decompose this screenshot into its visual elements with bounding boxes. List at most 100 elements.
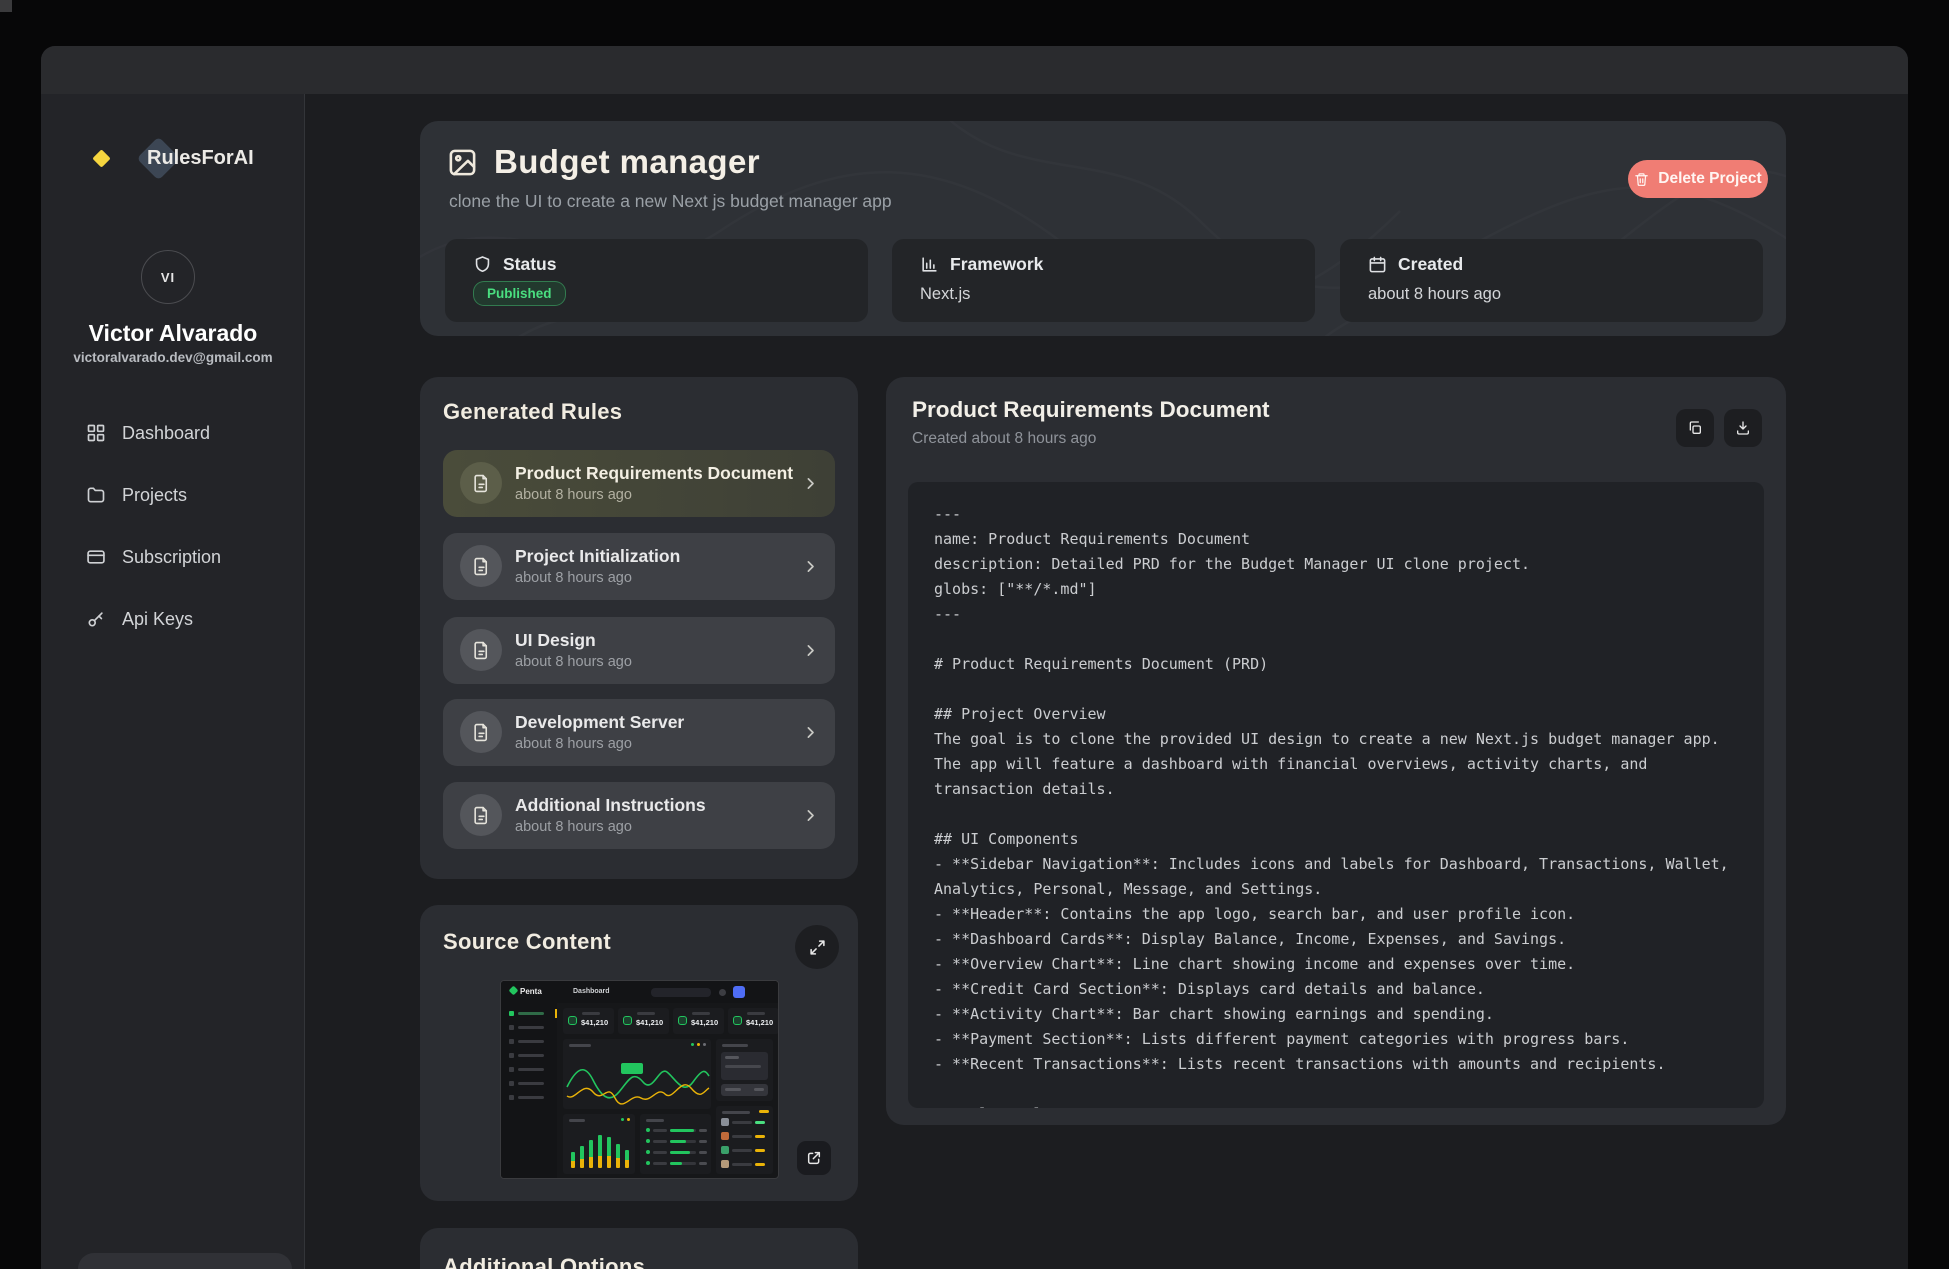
stat-card-framework: Framework Next.js: [892, 239, 1315, 322]
download-button[interactable]: [1724, 409, 1762, 447]
sidebar-item-dashboard[interactable]: Dashboard: [71, 411, 281, 455]
file-text-icon: [472, 806, 491, 825]
sidebar-item-label: Api Keys: [122, 609, 193, 630]
project-header-panel: Budget manager clone the UI to create a …: [420, 121, 1786, 336]
key-icon: [86, 609, 106, 629]
preview-thumbnail[interactable]: Penta Dashboard: [500, 980, 779, 1179]
project-description: clone the UI to create a new Next js bud…: [449, 191, 892, 212]
delete-project-button[interactable]: Delete Project: [1628, 160, 1768, 198]
stat-value: Next.js: [920, 285, 970, 304]
file-text-icon: [472, 474, 491, 493]
rule-title: UI Design: [515, 630, 596, 651]
preview-stat-card: $41,210: [563, 1008, 614, 1034]
stat-card-status: Status Published: [445, 239, 868, 322]
rule-title: Project Initialization: [515, 546, 680, 567]
rule-time: about 8 hours ago: [515, 654, 632, 670]
delete-project-label: Delete Project: [1658, 170, 1761, 188]
rule-time: about 8 hours ago: [515, 736, 632, 752]
preview-stat-card: $41,210: [728, 1008, 779, 1034]
stat-label: Created: [1398, 254, 1463, 275]
preview-sidebar-active-notch: [555, 1009, 557, 1018]
brand-logo-accent-icon: [92, 149, 110, 167]
user-email: victoralvarado.dev@gmail.com: [41, 350, 305, 365]
app-window: RulesForAI VI Victor Alvarado victoralva…: [41, 46, 1908, 1269]
rule-item-development-server[interactable]: Development Server about 8 hours ago: [443, 699, 835, 766]
stat-card-created: Created about 8 hours ago: [1340, 239, 1763, 322]
generated-rules-title: Generated Rules: [443, 399, 622, 425]
shield-icon: [473, 255, 492, 274]
preview-credit-card: [716, 1039, 773, 1101]
sidebar-bottom-card[interactable]: [78, 1253, 292, 1269]
preview-bell-icon: [719, 989, 726, 996]
chevron-right-icon: [802, 807, 819, 824]
window-titlebar: [41, 46, 1908, 94]
expand-icon: [809, 939, 826, 956]
additional-options-title: Additional Options: [443, 1254, 645, 1269]
sidebar-item-api-keys[interactable]: Api Keys: [71, 597, 281, 641]
page-title: Budget manager: [494, 143, 760, 181]
rule-time: about 8 hours ago: [515, 570, 632, 586]
download-icon: [1735, 420, 1751, 436]
dashboard-grid-icon: [86, 423, 106, 443]
chevron-right-icon: [802, 475, 819, 492]
folder-icon: [86, 485, 106, 505]
sidebar-item-projects[interactable]: Projects: [71, 473, 281, 517]
picture-icon: [447, 147, 478, 178]
file-text-icon: [472, 557, 491, 576]
copy-icon: [1687, 420, 1703, 436]
calendar-icon: [1368, 255, 1387, 274]
external-link-icon: [806, 1150, 822, 1166]
preview-sidebar: [501, 1003, 557, 1178]
source-content-panel: Source Content Penta Dashboard: [420, 905, 858, 1201]
preview-avatar: [733, 986, 745, 998]
stat-label: Framework: [950, 254, 1043, 275]
chevron-right-icon: [802, 724, 819, 741]
rule-title: Additional Instructions: [515, 795, 706, 816]
preview-activity-chart: [563, 1114, 635, 1174]
sidebar-item-subscription[interactable]: Subscription: [71, 535, 281, 579]
trash-icon: [1634, 172, 1649, 187]
rule-time: about 8 hours ago: [515, 487, 632, 503]
preview-page-title: Dashboard: [573, 988, 610, 995]
document-content: --- name: Product Requirements Document …: [908, 482, 1764, 1108]
preview-overview-chart: [563, 1039, 711, 1109]
preview-search-bar: [651, 988, 711, 997]
sidebar-item-label: Projects: [122, 485, 187, 506]
avatar-initials: VI: [161, 270, 175, 285]
screen: RulesForAI VI Victor Alvarado victoralva…: [0, 0, 1949, 1269]
generated-rules-panel: Generated Rules Product Requirements Doc…: [420, 377, 858, 879]
preview-brand: Penta: [510, 987, 542, 996]
bar-chart-icon: [920, 255, 939, 274]
open-external-button[interactable]: [797, 1141, 831, 1175]
user-name: Victor Alvarado: [41, 320, 305, 347]
stat-label: Status: [503, 254, 556, 275]
file-text-icon: [472, 641, 491, 660]
rule-item-project-initialization[interactable]: Project Initialization about 8 hours ago: [443, 533, 835, 600]
rule-item-ui-design[interactable]: UI Design about 8 hours ago: [443, 617, 835, 684]
copy-button[interactable]: [1676, 409, 1714, 447]
preview-payment-section: [640, 1114, 711, 1174]
chevron-right-icon: [802, 558, 819, 575]
rule-time: about 8 hours ago: [515, 819, 632, 835]
status-badge: Published: [473, 281, 566, 306]
credit-card-icon: [86, 547, 106, 567]
document-subtitle: Created about 8 hours ago: [912, 430, 1096, 448]
preview-recent-transactions: [716, 1106, 773, 1174]
stat-value: about 8 hours ago: [1368, 285, 1501, 304]
screen-corner-artifact: [0, 0, 12, 12]
document-title: Product Requirements Document: [912, 397, 1270, 423]
sidebar-item-label: Dashboard: [122, 423, 210, 444]
rule-title: Product Requirements Document: [515, 463, 793, 484]
expand-button[interactable]: [795, 925, 839, 969]
sidebar-item-label: Subscription: [122, 547, 221, 568]
document-panel: Product Requirements Document Created ab…: [886, 377, 1786, 1125]
rule-title: Development Server: [515, 712, 684, 733]
chevron-right-icon: [802, 642, 819, 659]
file-text-icon: [472, 723, 491, 742]
preview-stat-card: $41,210: [618, 1008, 669, 1034]
rule-item-prd[interactable]: Product Requirements Document about 8 ho…: [443, 450, 835, 517]
preview-topbar: Penta Dashboard: [501, 981, 778, 1003]
rule-item-additional-instructions[interactable]: Additional Instructions about 8 hours ag…: [443, 782, 835, 849]
avatar: VI: [141, 250, 195, 304]
source-content-title: Source Content: [443, 929, 611, 955]
